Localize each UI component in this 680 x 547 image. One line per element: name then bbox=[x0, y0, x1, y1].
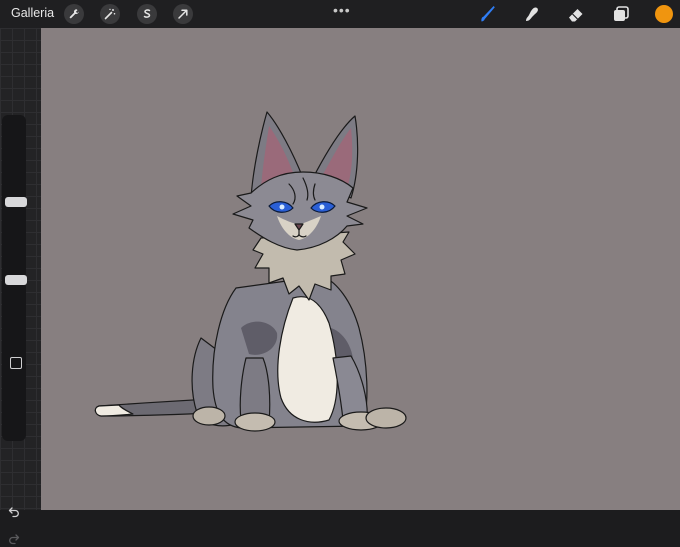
redo-icon bbox=[9, 534, 20, 545]
selection-icon[interactable] bbox=[137, 4, 157, 24]
modify-button[interactable] bbox=[10, 357, 22, 369]
transform-arrow-icon[interactable] bbox=[173, 4, 193, 24]
magic-wand-icon[interactable] bbox=[100, 4, 120, 24]
opacity-slider[interactable] bbox=[5, 275, 27, 285]
brush-icon[interactable] bbox=[478, 4, 498, 24]
drawing-canvas[interactable] bbox=[41, 28, 680, 510]
drawing-cat bbox=[94, 111, 407, 432]
layers-icon[interactable] bbox=[611, 4, 631, 24]
brush-size-slider[interactable] bbox=[5, 197, 27, 207]
gallery-button[interactable]: Galleria bbox=[11, 6, 54, 20]
sidebar bbox=[2, 115, 27, 545]
undo-icon bbox=[8, 507, 19, 518]
eraser-icon[interactable] bbox=[566, 4, 586, 24]
redo-button[interactable] bbox=[8, 533, 20, 547]
more-options-icon[interactable]: ••• bbox=[333, 2, 351, 18]
smudge-icon[interactable] bbox=[522, 4, 542, 24]
wrench-icon[interactable] bbox=[64, 4, 84, 24]
undo-button[interactable] bbox=[8, 506, 20, 520]
top-toolbar: Galleria ••• bbox=[0, 0, 680, 28]
color-picker-swatch[interactable] bbox=[655, 5, 673, 23]
